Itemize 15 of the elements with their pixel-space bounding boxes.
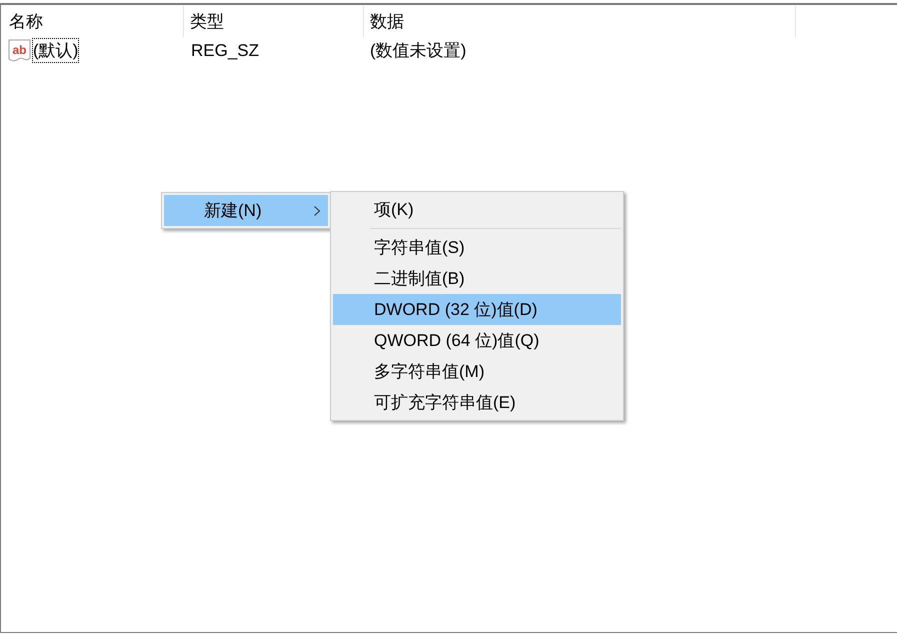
menu-item[interactable]: 项(K) (333, 194, 621, 225)
text-document-icon: ab (8, 39, 31, 62)
value-name[interactable]: (默认) (32, 38, 80, 63)
menu-item[interactable]: DWORD (32 位)值(D) (333, 294, 621, 325)
value-type: REG_SZ (191, 40, 260, 60)
menu-item[interactable]: 可扩充字符串值(E) (333, 387, 621, 418)
menu-item[interactable]: 多字符串值(M) (333, 356, 621, 387)
column-header[interactable]: 名称 (1, 6, 184, 37)
value-data: (数值未设置) (370, 40, 466, 60)
menu-item[interactable]: 二进制值(B) (333, 263, 621, 294)
menu-item[interactable]: 新建(N) (164, 195, 328, 226)
menu-item[interactable]: 字符串值(S) (333, 232, 621, 263)
column-header[interactable]: 类型 (184, 6, 364, 37)
menu-item[interactable]: QWORD (64 位)值(Q) (333, 325, 621, 356)
column-header[interactable]: 数据 (364, 6, 796, 37)
